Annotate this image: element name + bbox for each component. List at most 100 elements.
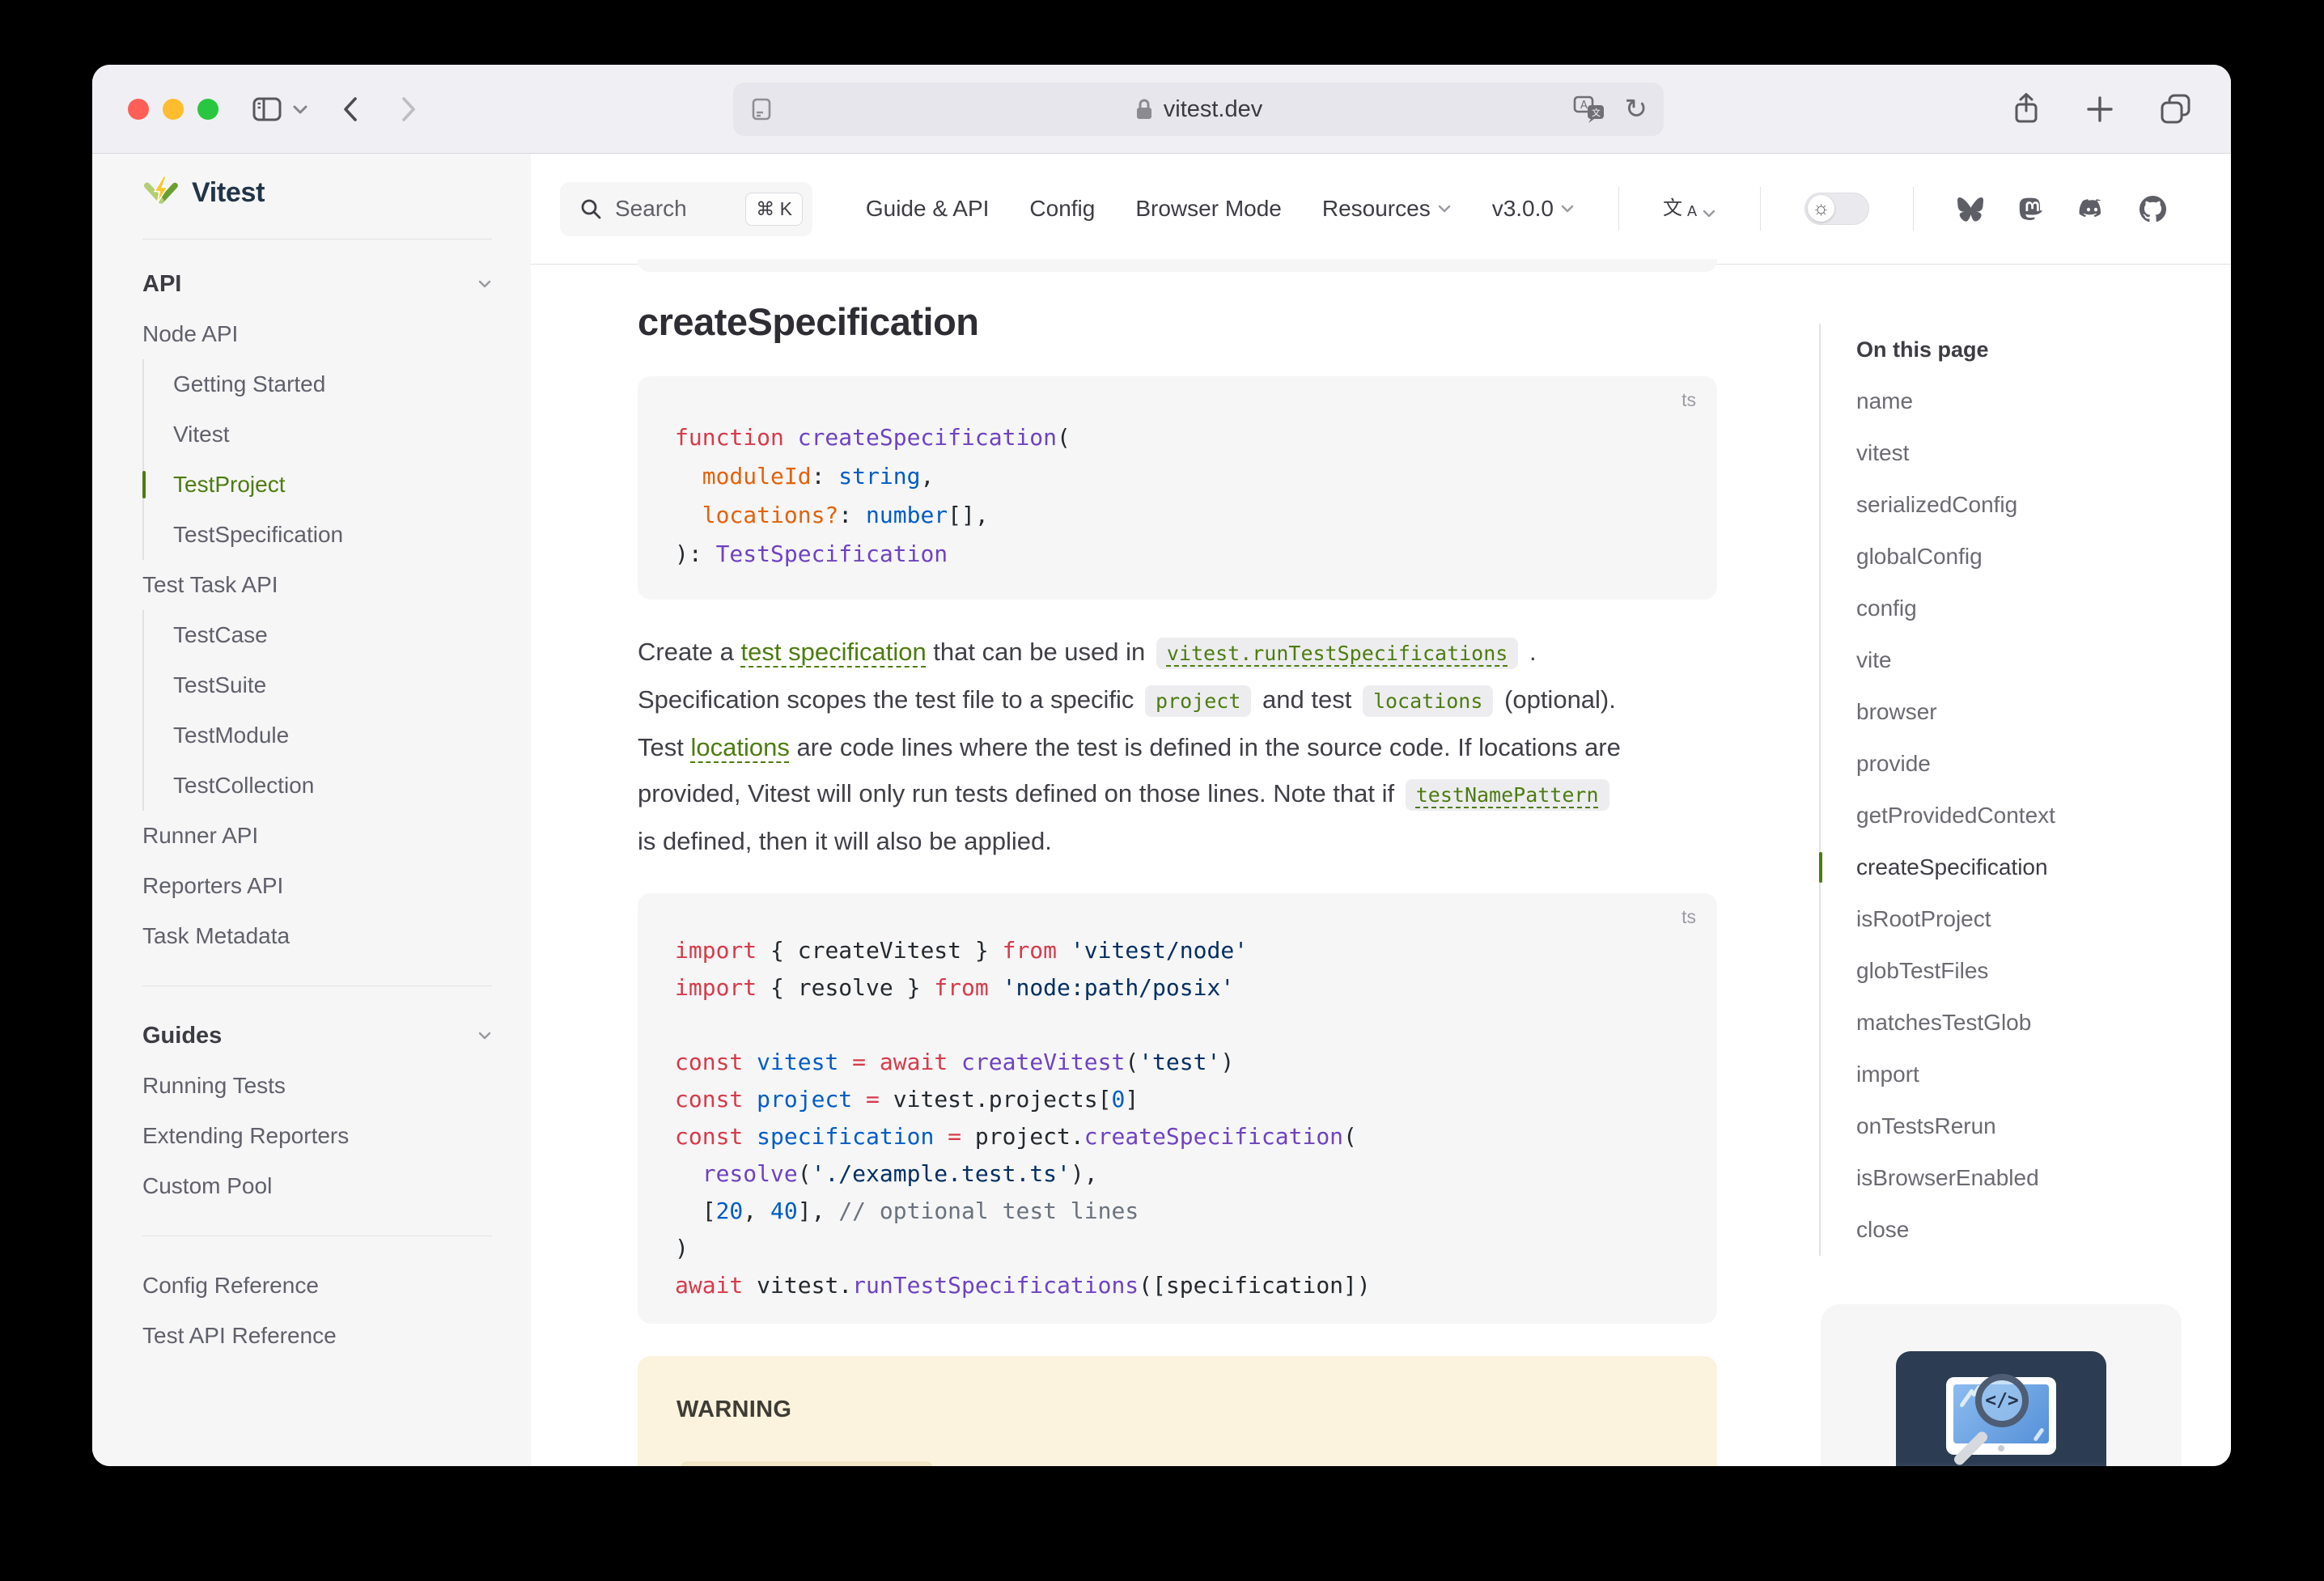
language-switcher[interactable]: 文A: [1663, 199, 1716, 218]
toc-item-import[interactable]: import: [1856, 1049, 2199, 1100]
translate-letter: A: [1687, 204, 1697, 218]
text: Create a: [638, 638, 741, 666]
browser-toolbar: vitest.dev A 文 ↻: [92, 65, 2231, 154]
link-module-id[interactable]: module ID: [1139, 1461, 1253, 1466]
code-line: resolve('./example.test.ts'),: [675, 1155, 1680, 1193]
sidebar-item-testcollection[interactable]: TestCollection: [142, 761, 492, 811]
toc-item-browser[interactable]: browser: [1856, 686, 2199, 738]
new-tab-icon[interactable]: [2085, 95, 2114, 124]
link-test-specification[interactable]: test specification: [741, 638, 927, 666]
toc-item-isbrowserenabled[interactable]: isBrowserEnabled: [1856, 1152, 2199, 1204]
toc-item-getprovidedcontext[interactable]: getProvidedContext: [1856, 790, 2199, 841]
sidebar-toggle-icon[interactable]: [251, 95, 283, 124]
lock-icon: [1134, 97, 1154, 121]
sidebar-item-node-api[interactable]: Node API: [142, 309, 492, 359]
toc-item-globtestfiles[interactable]: globTestFiles: [1856, 945, 2199, 997]
chevron-down-icon: [477, 279, 492, 289]
toc-item-provide[interactable]: provide: [1856, 738, 2199, 790]
toc-item-ontestsrerun[interactable]: onTestsRerun: [1856, 1100, 2199, 1152]
sidebar-item-getting-started[interactable]: Getting Started: [142, 359, 492, 409]
nav-link-v3-0-0[interactable]: v3.0.0: [1492, 196, 1575, 222]
toc-item-globalconfig[interactable]: globalConfig: [1856, 531, 2199, 583]
sidebar-item-testspecification[interactable]: TestSpecification: [142, 510, 492, 560]
divider: [1618, 187, 1619, 231]
text: that can be used in: [927, 638, 1152, 666]
inline-code-locations: locations: [1363, 685, 1493, 717]
toc-item-isrootproject[interactable]: isRootProject: [1856, 893, 2199, 945]
forward-icon[interactable]: [398, 94, 419, 125]
inline-code-vitest-runtestspecifications[interactable]: vitest.runTestSpecifications: [1156, 638, 1518, 669]
zoom-window-button[interactable]: [197, 99, 218, 120]
sidebar-item-vitest[interactable]: Vitest: [142, 409, 492, 460]
sidebar-item-running-tests[interactable]: Running Tests: [142, 1061, 492, 1111]
sponsor-image: </>: [1896, 1351, 2106, 1466]
chevron-down-icon: [1702, 209, 1716, 218]
toc-item-serializedconfig[interactable]: serializedConfig: [1856, 479, 2199, 531]
bluesky-icon[interactable]: [1957, 196, 1984, 223]
sidebar-item-reporters-api[interactable]: Reporters API: [142, 861, 492, 911]
sidebar-item-testproject[interactable]: TestProject: [142, 460, 492, 510]
minimize-window-button[interactable]: [163, 99, 184, 120]
mastodon-icon[interactable]: [2018, 196, 2045, 223]
search-shortcut: ⌘ K: [745, 193, 803, 226]
code-line: const specification = project.createSpec…: [675, 1118, 1680, 1155]
sidebar-item-custom-pool[interactable]: Custom Pool: [142, 1161, 492, 1211]
reload-icon[interactable]: ↻: [1625, 93, 1648, 125]
text: and test: [1255, 685, 1359, 714]
sidebar-item-guides[interactable]: Guides: [142, 1011, 492, 1061]
address-bar[interactable]: vitest.dev A 文 ↻: [733, 83, 1664, 136]
description-paragraph: Create a test specification that can be …: [638, 629, 1717, 864]
nav-link-browser-mode[interactable]: Browser Mode: [1135, 196, 1282, 222]
reader-view-icon[interactable]: [749, 95, 774, 124]
translate-icon[interactable]: A 文: [1571, 94, 1607, 125]
close-window-button[interactable]: [128, 99, 149, 120]
url-text: vitest.dev: [1164, 96, 1263, 123]
code-line: const vitest = await createVitest('test'…: [675, 1044, 1680, 1081]
warning-title: WARNING: [676, 1387, 1678, 1433]
share-icon[interactable]: [2011, 91, 2042, 127]
sidebar-item-runner-api[interactable]: Runner API: [142, 811, 492, 861]
toc-item-matchestestglob[interactable]: matchesTestGlob: [1856, 997, 2199, 1049]
site-title: Vitest: [192, 177, 265, 209]
toc-item-createspecification[interactable]: createSpecification: [1856, 841, 2199, 893]
sidebar-item-test-api-reference[interactable]: Test API Reference: [142, 1311, 492, 1361]
code-line: await vitest.runTestSpecifications([spec…: [675, 1267, 1680, 1304]
discord-icon[interactable]: [2079, 196, 2106, 223]
toc-item-close[interactable]: close: [1856, 1204, 2199, 1256]
chevron-down-icon: [1560, 204, 1575, 214]
sidebar: Vitest APINode APIGetting StartedVitestT…: [92, 154, 531, 1466]
page: Vitest APINode APIGetting StartedVitestT…: [92, 154, 2231, 1466]
nav-link-config[interactable]: Config: [1029, 196, 1095, 222]
theme-toggle[interactable]: ☼: [1804, 193, 1869, 225]
tab-overview-icon[interactable]: [2158, 92, 2194, 126]
sidebar-item-task-metadata[interactable]: Task Metadata: [142, 911, 492, 961]
link-locations[interactable]: locations: [690, 733, 789, 761]
sidebar-item-config-reference[interactable]: Config Reference: [142, 1261, 492, 1311]
search-button[interactable]: Search ⌘ K: [560, 182, 812, 236]
sidebar-item-testmodule[interactable]: TestModule: [142, 710, 492, 761]
nav-link-guide-api[interactable]: Guide & API: [866, 196, 990, 222]
toc-item-name[interactable]: name: [1856, 375, 2199, 427]
sidebar-item-testsuite[interactable]: TestSuite: [142, 660, 492, 710]
toc-item-vitest[interactable]: vitest: [1856, 427, 2199, 479]
search-label: Search: [615, 196, 687, 222]
sidebar-item-test-task-api[interactable]: Test Task API: [142, 560, 492, 610]
sidebar-item-testcase[interactable]: TestCase: [142, 610, 492, 660]
text: .: [1522, 638, 1536, 666]
back-icon[interactable]: [340, 94, 361, 125]
code-line: function createSpecification(: [675, 418, 1680, 457]
github-icon[interactable]: [2140, 196, 2166, 223]
sidebar-item-extending-reporters[interactable]: Extending Reporters: [142, 1111, 492, 1161]
code-line: import { createVitest } from 'vitest/nod…: [675, 932, 1680, 969]
top-nav: Guide & API Config Browser Mode Resources v3…: [866, 187, 2166, 231]
vitest-logo[interactable]: Vitest: [142, 167, 492, 218]
nav-link-resources[interactable]: Resources: [1322, 196, 1452, 222]
toc-item-config[interactable]: config: [1856, 583, 2199, 634]
sidebar-item-api[interactable]: API: [142, 259, 492, 309]
toc-item-vite[interactable]: vite: [1856, 634, 2199, 686]
text: is defined, then it will also be applied…: [638, 827, 1052, 855]
sponsor-card[interactable]: </>: [1821, 1304, 2182, 1466]
chevron-down-icon[interactable]: [291, 104, 309, 115]
inline-code-testnamepattern[interactable]: testNamePattern: [1406, 779, 1609, 811]
code-line: moduleId: string,: [675, 457, 1680, 496]
